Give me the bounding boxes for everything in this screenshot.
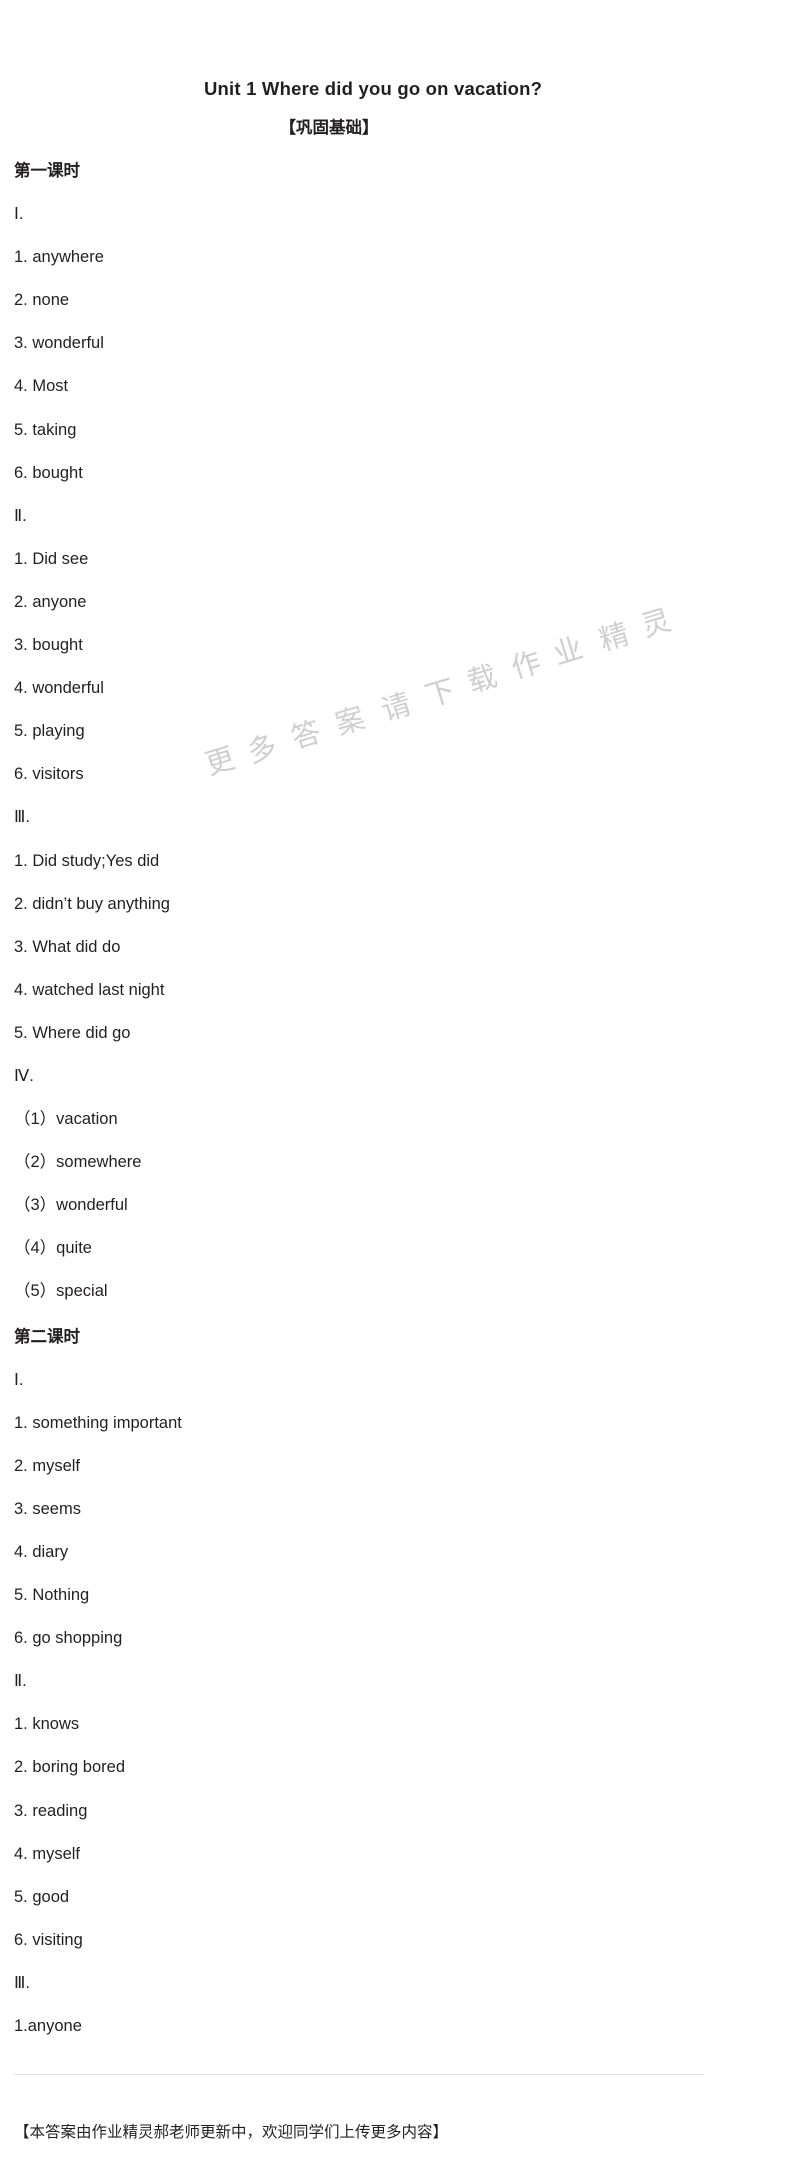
answer-item: 4. wonderful <box>14 679 104 698</box>
answer-item: （2）somewhere <box>14 1153 142 1172</box>
group-label: Ⅰ. <box>14 205 24 224</box>
group-label: Ⅲ. <box>14 1973 30 1992</box>
answer-item: 2. myself <box>14 1456 81 1475</box>
answer-item: 6. visitors <box>14 765 84 784</box>
footer-note: 【本答案由作业精灵郝老师更新中，欢迎同学们上传更多内容】 <box>14 2124 449 2142</box>
answer-item: 5. playing <box>14 722 85 741</box>
answer-sheet-page: 更 多 答 案 请 下 载 作 业 精 灵 Unit 1 Where did y… <box>0 0 800 2184</box>
answer-item: 5. Where did go <box>14 1023 131 1042</box>
answer-item: 3. wonderful <box>14 334 104 353</box>
answer-item: （1）vacation <box>14 1110 118 1129</box>
answer-item: （5）special <box>14 1282 108 1301</box>
answer-item: （3）wonderful <box>14 1196 128 1215</box>
answer-item: 5. taking <box>14 420 77 439</box>
group-label: Ⅱ. <box>14 506 27 525</box>
footer-divider <box>14 2074 704 2076</box>
answer-item: 1. something important <box>14 1413 182 1432</box>
answer-item: 1. knows <box>14 1715 80 1734</box>
answer-item: 6. go shopping <box>14 1629 123 1648</box>
answer-item: 4. diary <box>14 1543 69 1561</box>
group-label: Ⅱ. <box>14 1672 27 1691</box>
answer-item: 1. Did see <box>14 549 89 568</box>
answer-item: 2. didn’t buy anything <box>14 894 170 913</box>
answer-item: 3. What did do <box>14 937 121 956</box>
answer-item: 5. Nothing <box>14 1586 90 1605</box>
answer-item: 4. watched last night <box>14 980 165 999</box>
answer-item: 1.anyone <box>14 2017 82 2036</box>
answer-item: 2. anyone <box>14 592 87 611</box>
document-body: Unit 1 Where did you go on vacation? 【巩固… <box>0 0 800 2184</box>
answer-item: 4. Most <box>14 377 69 396</box>
answer-item: 6. bought <box>14 463 83 482</box>
answer-item: 4. myself <box>14 1844 81 1863</box>
answer-item: 3. reading <box>14 1801 88 1820</box>
answer-item: 2. boring bored <box>14 1758 125 1777</box>
answer-item: 6. visiting <box>14 1930 83 1949</box>
page-title: Unit 1 Where did you go on vacation? <box>204 78 543 99</box>
section-heading: 第二课时 <box>14 1327 80 1346</box>
group-label: Ⅲ. <box>14 808 30 827</box>
answer-item: 1. Did study;Yes did <box>14 851 160 870</box>
group-label: Ⅳ. <box>14 1066 34 1085</box>
answer-item: 5. good <box>14 1887 70 1906</box>
answer-item: 2. none <box>14 291 70 310</box>
answer-item: 3. seems <box>14 1499 81 1518</box>
section-heading: 第一课时 <box>14 162 80 180</box>
answer-item: 1. anywhere <box>14 248 104 267</box>
answer-item: 3. bought <box>14 636 83 655</box>
answer-item: （4）quite <box>14 1239 92 1258</box>
group-label: Ⅰ. <box>14 1370 24 1389</box>
page-subtitle: 【巩固基础】 <box>279 119 379 137</box>
